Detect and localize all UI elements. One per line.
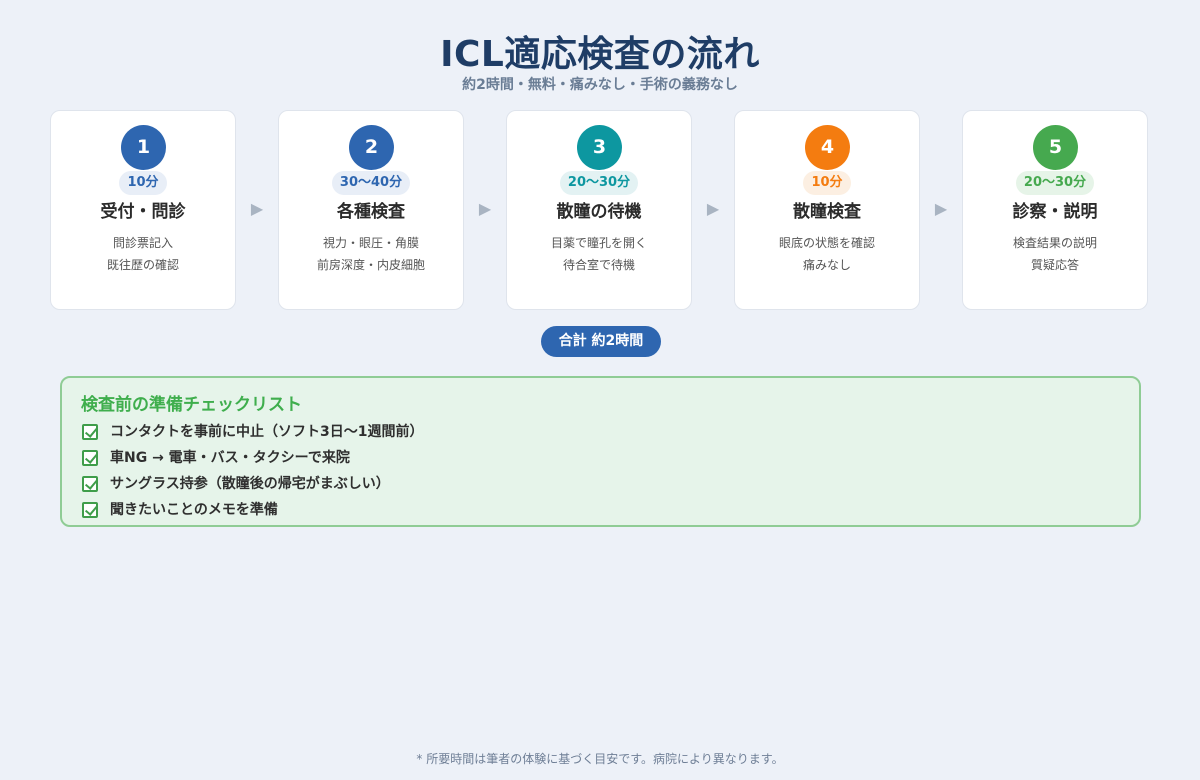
checklist-item-text: サングラス持参（散瞳後の帰宅がまぶしい）	[110, 476, 390, 492]
checklist-item-text: コンタクトを事前に中止（ソフト3日〜1週間前）	[110, 424, 424, 440]
step-number-badge: 5	[1033, 125, 1078, 170]
step-description: 視力・眼圧・角膜 前房深度・内皮細胞	[279, 232, 463, 276]
step-desc-line: 問診票記入	[112, 236, 173, 250]
step-desc-line: 検査結果の説明	[1012, 236, 1097, 250]
arrow-right-icon: ▶	[478, 199, 492, 218]
total-time-badge: 合計 約2時間	[541, 326, 661, 357]
step-time-badge: 20〜30分	[559, 171, 639, 195]
step-title: 受付・問診	[100, 202, 186, 222]
step-time-badge: 20〜30分	[1015, 171, 1095, 195]
checkbox-checked-icon	[82, 476, 98, 492]
checkbox-checked-icon	[82, 502, 98, 518]
footnote: * 所要時間は筆者の体験に基づく目安です。病院により異なります。	[416, 752, 784, 766]
step-description: 検査結果の説明 質疑応答	[963, 232, 1147, 276]
step-title: 散瞳の待機	[556, 202, 642, 222]
step-time-badge: 10分	[119, 171, 167, 195]
arrow-right-icon: ▶	[250, 199, 264, 218]
step-title: 診察・説明	[1012, 202, 1098, 222]
step-number-badge: 3	[577, 125, 622, 170]
step-number-badge: 2	[349, 125, 394, 170]
arrow-right-icon: ▶	[706, 199, 720, 218]
checklist-title: 検査前の準備チェックリスト	[81, 395, 302, 415]
step-time-badge: 10分	[803, 171, 851, 195]
checkbox-checked-icon	[82, 450, 98, 466]
checklist-panel: 検査前の準備チェックリスト コンタクトを事前に中止（ソフト3日〜1週間前） 車N…	[60, 376, 1141, 527]
step-desc-line: 視力・眼圧・角膜	[322, 236, 419, 250]
step-description: 眼底の状態を確認 痛みなし	[735, 232, 919, 276]
step-desc-line: 目薬で瞳孔を開く	[550, 236, 647, 250]
step-title: 各種検査	[337, 202, 405, 222]
step-card-4: 4 10分 散瞳検査 眼底の状態を確認 痛みなし	[734, 110, 920, 310]
step-desc-line: 質疑応答	[1030, 258, 1079, 272]
step-flow: 1 10分 受付・問診 問診票記入 既往歴の確認 ▶ 2 30〜40分 各種検査…	[50, 110, 1148, 310]
checklist-item-text: 聞きたいことのメモを準備	[110, 502, 278, 518]
step-card-2: 2 30〜40分 各種検査 視力・眼圧・角膜 前房深度・内皮細胞	[278, 110, 464, 310]
step-title: 散瞳検査	[793, 202, 861, 222]
step-card-3: 3 20〜30分 散瞳の待機 目薬で瞳孔を開く 待合室で待機	[506, 110, 692, 310]
step-number-badge: 4	[805, 125, 850, 170]
step-desc-line: 既往歴の確認	[106, 258, 179, 272]
step-desc-line: 痛みなし	[802, 258, 851, 272]
step-description: 目薬で瞳孔を開く 待合室で待機	[507, 232, 691, 276]
arrow-right-icon: ▶	[934, 199, 948, 218]
step-description: 問診票記入 既往歴の確認	[51, 232, 235, 276]
step-card-5: 5 20〜30分 診察・説明 検査結果の説明 質疑応答	[962, 110, 1148, 310]
step-desc-line: 待合室で待機	[562, 258, 635, 272]
checklist-item-text: 車NG → 電車・バス・タクシーで来院	[110, 450, 350, 466]
step-time-badge: 30〜40分	[331, 171, 411, 195]
step-desc-line: 眼底の状態を確認	[778, 236, 875, 250]
page-subtitle: 約2時間・無料・痛みなし・手術の義務なし	[462, 77, 738, 93]
checkbox-checked-icon	[82, 424, 98, 440]
step-desc-line: 前房深度・内皮細胞	[316, 258, 425, 272]
page-title: ICL適応検査の流れ	[440, 34, 760, 75]
step-card-1: 1 10分 受付・問診 問診票記入 既往歴の確認	[50, 110, 236, 310]
step-number-badge: 1	[121, 125, 166, 170]
header: ICL適応検査の流れ 約2時間・無料・痛みなし・手術の義務なし	[0, 34, 1200, 94]
